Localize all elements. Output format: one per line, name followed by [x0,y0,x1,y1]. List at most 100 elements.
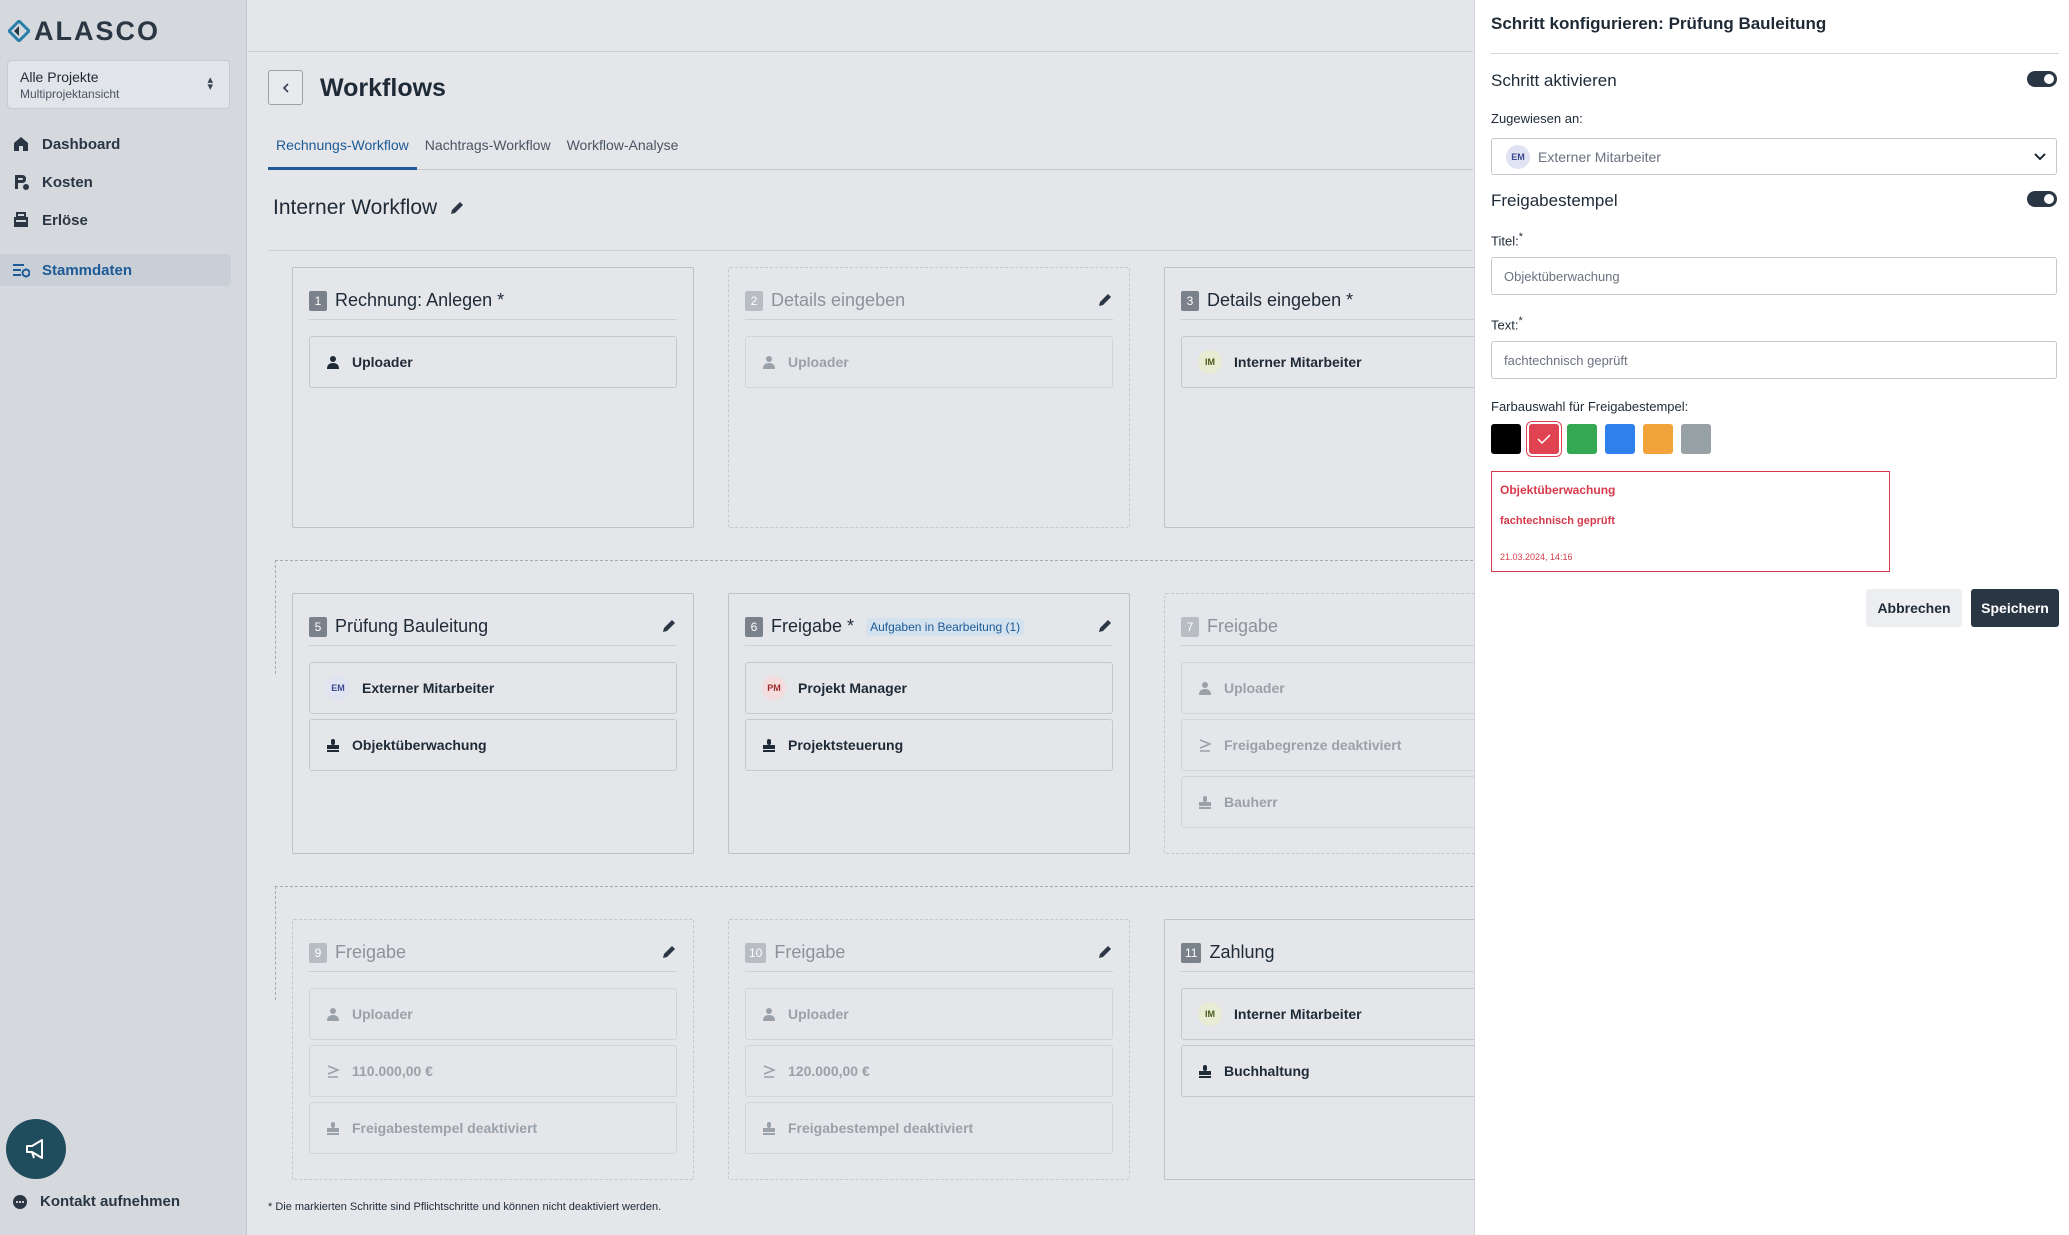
project-selector-subtitle: Multiprojektansicht [20,87,120,101]
step-card-header: 1 Rechnung: Anlegen * [309,282,677,320]
step-row-label: Uploader [788,1006,849,1022]
sidebar-item-dashboard[interactable]: Dashboard [0,128,231,160]
save-button[interactable]: Speichern [1971,589,2059,627]
step-number: 11 [1181,942,1202,963]
step-card-header: 6 Freigabe * Aufgaben in Bearbeitung (1) [745,608,1113,646]
step-row-label: Bauherr [1224,794,1278,810]
check-icon [1537,434,1551,445]
sidebar-item-erloese[interactable]: Erlöse [0,204,231,236]
sidebar: ALASCO Alle Projekte Multiprojektansicht… [0,0,247,1235]
stamp-icon [1198,795,1212,809]
step-title: Prüfung Bauleitung [335,616,489,636]
user-icon [326,355,340,369]
tab-nachtrags-workflow[interactable]: Nachtrags-Workflow [417,130,559,170]
pencil-icon[interactable] [661,618,677,639]
chevron-left-icon [282,82,289,93]
pencil-icon[interactable] [1097,944,1113,965]
title-field-label: Titel:* [1491,231,1523,248]
step-number: 9 [309,942,327,963]
step-title: Rechnung: Anlegen * [335,290,505,310]
step-row: Uploader [309,336,677,388]
color-swatch[interactable] [1643,424,1673,454]
step-row-label: Uploader [788,354,849,370]
step-card[interactable]: 5 Prüfung Bauleitung EM Externer Mitarbeite… [292,593,694,854]
step-title: Freigabe [335,942,407,962]
step-card[interactable]: 1 Rechnung: Anlegen * Uploader [292,267,694,528]
required-mark: * [1518,231,1523,243]
pencil-icon[interactable] [449,200,465,216]
step-row-label: Projekt Manager [798,680,907,696]
step-row-label: Freigabestempel deaktiviert [352,1120,538,1136]
contact-label: Kontakt aufnehmen [40,1193,181,1210]
title-input[interactable]: Objektüberwachung [1491,257,2057,295]
step-number: 6 [745,616,763,637]
tab-workflow-analyse[interactable]: Workflow-Analyse [559,130,687,170]
step-row: Freigabestempel deaktiviert [309,1102,677,1154]
step-row-label: Interner Mitarbeiter [1234,1006,1362,1022]
megaphone-icon [26,1139,43,1159]
pencil-icon[interactable] [1097,618,1113,639]
project-selector[interactable]: Alle Projekte Multiprojektansicht ▴ ▾ [7,60,230,109]
threshold-icon [762,1064,776,1078]
step-number: 1 [309,290,327,311]
step-card[interactable]: 2 Details eingeben Uploader [728,267,1130,528]
color-swatch[interactable] [1491,424,1521,454]
color-swatch[interactable] [1605,424,1635,454]
settings-icon [13,264,30,278]
main-content: Workflows Rechnungs-Workflow Nachtrags-W… [248,0,1566,1235]
sidebar-item-kosten[interactable]: Kosten [0,166,231,198]
color-swatch[interactable] [1527,422,1561,456]
activate-step-toggle[interactable] [2027,71,2057,87]
text-field-label: Text:* [1491,315,1523,332]
stamp-preview-title: Objektüberwachung [1500,483,1616,497]
step-row: EM Externer Mitarbeiter [309,662,677,714]
contact-link[interactable]: Kontakt aufnehmen [12,1193,180,1210]
activate-step-label: Schritt aktivieren [1491,71,1617,90]
logo[interactable]: ALASCO [8,14,160,48]
stamp-icon [762,738,776,752]
workflow-tabs: Rechnungs-Workflow Nachtrags-Workflow Wo… [268,130,1473,170]
step-card[interactable]: 9 Freigabe Uploader 110.000,00 € Freigabeste… [292,919,694,1180]
page-title: Workflows [320,74,446,102]
workflow-title-text: Interner Workflow [273,196,438,219]
avatar: PM [762,676,786,700]
alasco-logo-icon [8,20,30,42]
color-swatch[interactable] [1567,424,1597,454]
tab-rechnungs-workflow[interactable]: Rechnungs-Workflow [268,130,417,170]
back-button[interactable] [268,70,303,105]
step-card-header: 10 Freigabe [745,934,1113,972]
panel-title: Schritt konfigurieren: Prüfung Bauleitun… [1491,14,1827,33]
status-badge: Aufgaben in Bearbeitung (1) [866,617,1025,636]
step-number: 3 [1181,290,1199,311]
assignee-select[interactable]: EM Externer Mitarbeiter [1491,138,2057,175]
step-card[interactable]: 10 Freigabe Uploader 120.000,00 € Freigabest… [728,919,1130,1180]
step-row-label: Interner Mitarbeiter [1234,354,1362,370]
text-input[interactable]: fachtechnisch geprüft [1491,341,2057,379]
step-title: Zahlung [1209,942,1275,962]
stamp-icon [1198,1064,1212,1078]
text-field-label-text: Text: [1491,317,1519,333]
footnote: * Die markierten Schritte sind Pflichtsc… [268,1201,662,1213]
color-swatch[interactable] [1681,424,1711,454]
step-card[interactable]: 6 Freigabe * Aufgaben in Bearbeitung (1) PM… [728,593,1130,854]
project-selector-title: Alle Projekte [20,69,99,85]
stamp-toggle[interactable] [2027,191,2057,207]
step-card-header: 2 Details eingeben [745,282,1113,320]
step-row-label: Objektüberwachung [352,737,487,753]
announcements-button[interactable] [6,1119,66,1179]
sidebar-item-label: Kosten [42,173,93,191]
required-mark: * [1518,315,1523,327]
step-number: 7 [1181,616,1199,637]
sidebar-item-stammdaten[interactable]: Stammdaten [0,254,231,286]
pencil-icon[interactable] [1097,292,1113,313]
avatar: EM [1506,144,1530,169]
pencil-icon[interactable] [661,944,677,965]
step-row: Objektüberwachung [309,719,677,771]
step-card-header: 9 Freigabe [309,934,677,972]
cancel-button[interactable]: Abbrechen [1866,589,1962,627]
sidebar-item-label: Erlöse [42,211,88,229]
step-row-label: Uploader [352,1006,413,1022]
step-card-header: 5 Prüfung Bauleitung [309,608,677,646]
panel-divider [1491,53,2059,54]
step-row: 110.000,00 € [309,1045,677,1097]
